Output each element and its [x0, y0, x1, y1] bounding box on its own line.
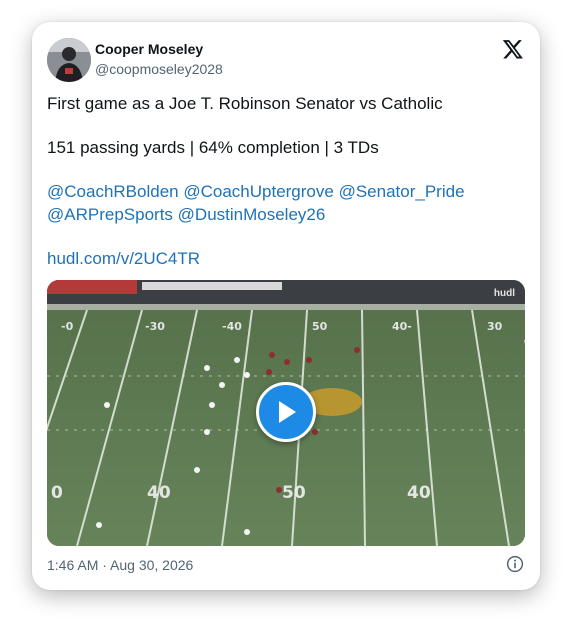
svg-text:-0: -0: [61, 320, 74, 333]
video-thumbnail[interactable]: -0 -30 -40 50 40- 30 0 40 50 40 hudl: [47, 280, 525, 546]
mentions-row: @CoachRBolden @CoachUptergrove @Senator_…: [47, 182, 465, 202]
svg-text:50: 50: [312, 320, 328, 333]
mention-link[interactable]: @DustinMoseley26: [178, 205, 326, 224]
mention-link[interactable]: @CoachRBolden: [47, 182, 179, 201]
play-icon[interactable]: [256, 382, 316, 442]
svg-text:40: 40: [407, 483, 431, 503]
x-logo-icon[interactable]: [502, 38, 524, 60]
tweet-card: Cooper Moseley @coopmoseley2028 First ga…: [32, 22, 540, 590]
author-name[interactable]: Cooper Moseley: [95, 41, 203, 57]
svg-text:0: 0: [51, 483, 63, 503]
mention-link[interactable]: @Senator_Pride: [339, 182, 465, 201]
svg-text:-40: -40: [222, 320, 242, 333]
avatar[interactable]: [47, 38, 91, 82]
mentions-row: @ARPrepSports @DustinMoseley26: [47, 205, 325, 225]
tweet-stats-line: 151 passing yards | 64% completion | 3 T…: [47, 138, 379, 157]
svg-text:30: 30: [487, 320, 503, 333]
hudl-watermark: hudl: [493, 288, 515, 299]
svg-text:40: 40: [147, 483, 171, 503]
svg-text:40-: 40-: [392, 320, 412, 333]
author-handle[interactable]: @coopmoseley2028: [95, 61, 223, 77]
svg-text:-30: -30: [145, 320, 165, 333]
hudl-link[interactable]: hudl.com/v/2UC4TR: [47, 249, 200, 269]
tweet-timestamp[interactable]: 1:46 AM · Aug 30, 2026: [47, 557, 193, 573]
mention-link[interactable]: @ARPrepSports: [47, 205, 173, 224]
mention-link[interactable]: @CoachUptergrove: [183, 182, 334, 201]
tweet-text-line: First game as a Joe T. Robinson Senator …: [47, 94, 443, 113]
info-icon[interactable]: [506, 555, 524, 573]
svg-text:50: 50: [282, 483, 306, 503]
